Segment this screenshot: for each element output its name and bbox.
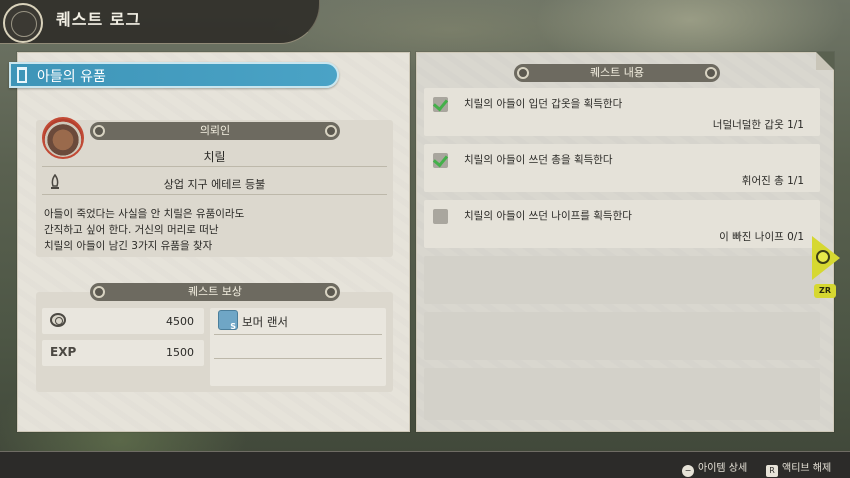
active-release-hint[interactable]: R 액티브 해제 <box>766 459 831 477</box>
objective-text: 치릴의 아들이 쓰던 나이프를 획득한다 <box>464 210 632 222</box>
objective-count: 휘어진 총 1/1 <box>741 175 804 187</box>
quest-log-emblem-icon <box>3 3 43 43</box>
r-button-icon: R <box>766 465 778 477</box>
next-page-arrow-dot <box>816 250 830 264</box>
divider <box>42 166 387 167</box>
objective-count: 너덜너덜한 갑옷 1/1 <box>712 119 804 131</box>
client-section-label: 의뢰인 <box>199 124 231 137</box>
description-line: 치릴의 아들이 남긴 3가지 유품을 찾자 <box>44 240 213 252</box>
exp-label: EXP <box>50 345 77 359</box>
active-release-label: 액티브 해제 <box>782 463 832 474</box>
objectives-section-label: 퀘스트 내용 <box>589 66 645 79</box>
footer-bar: − 아이템 상세 R 액티브 해제 <box>0 451 850 478</box>
description-line: 아들이 죽었다는 사실을 안 치릴은 유품이라도 <box>44 208 245 220</box>
client-name: 치릴 <box>203 150 226 164</box>
item-detail-label: 아이템 상세 <box>698 463 748 474</box>
checkbox-checked-icon <box>433 153 448 168</box>
quest-title-banner: 아들의 유품 <box>9 62 339 88</box>
divider <box>214 334 382 335</box>
minus-button-icon: − <box>682 465 694 477</box>
client-location: 상업 지구 에테르 등불 <box>163 178 266 191</box>
divider <box>42 194 387 195</box>
objective-row[interactable]: 치릴의 아들이 입던 갑옷을 획득한다 너덜너덜한 갑옷 1/1 <box>424 88 820 136</box>
page-title: 퀘스트 로그 <box>56 10 142 29</box>
checkbox-unchecked-icon <box>433 209 448 224</box>
empty-objective-row <box>424 256 820 304</box>
divider <box>214 358 382 359</box>
objective-text: 치릴의 아들이 입던 갑옷을 획득한다 <box>464 98 623 110</box>
zr-button-icon[interactable]: ZR <box>814 284 836 298</box>
objective-count: 이 빠진 나이프 0/1 <box>719 231 804 243</box>
objectives-section-header: 퀘스트 내용 <box>514 64 720 82</box>
gold-reward-value: 4500 <box>166 315 194 328</box>
exp-reward-value: 1500 <box>166 346 194 359</box>
quest-title: 아들의 유품 <box>37 69 106 85</box>
quest-description: 아들이 죽었다는 사실을 안 치릴은 유품이라도 간직하고 싶어 한다. 거신의… <box>44 206 384 254</box>
gold-coin-icon <box>50 313 66 327</box>
objective-row[interactable]: 치릴의 아들이 쓰던 총을 획득한다 휘어진 총 1/1 <box>424 144 820 192</box>
item-reward-name[interactable]: 보머 랜서 <box>242 314 288 330</box>
checkbox-checked-icon <box>433 97 448 112</box>
description-line: 간직하고 싶어 한다. 거신의 머리로 떠난 <box>44 224 219 236</box>
client-section-header: 의뢰인 <box>90 122 340 140</box>
empty-objective-row <box>424 368 820 420</box>
objective-row[interactable]: 치릴의 아들이 쓰던 나이프를 획득한다 이 빠진 나이프 0/1 <box>424 200 820 248</box>
rifle-item-icon[interactable] <box>218 310 238 331</box>
objective-text: 치릴의 아들이 쓰던 총을 획득한다 <box>464 154 613 166</box>
item-detail-hint[interactable]: − 아이템 상세 <box>682 459 747 477</box>
reward-section-label: 퀘스트 보상 <box>187 285 243 298</box>
quest-marker-icon <box>17 67 27 83</box>
empty-objective-row <box>424 312 820 360</box>
reward-section-header: 퀘스트 보상 <box>90 283 340 301</box>
header-bar: 퀘스트 로그 <box>0 0 320 44</box>
